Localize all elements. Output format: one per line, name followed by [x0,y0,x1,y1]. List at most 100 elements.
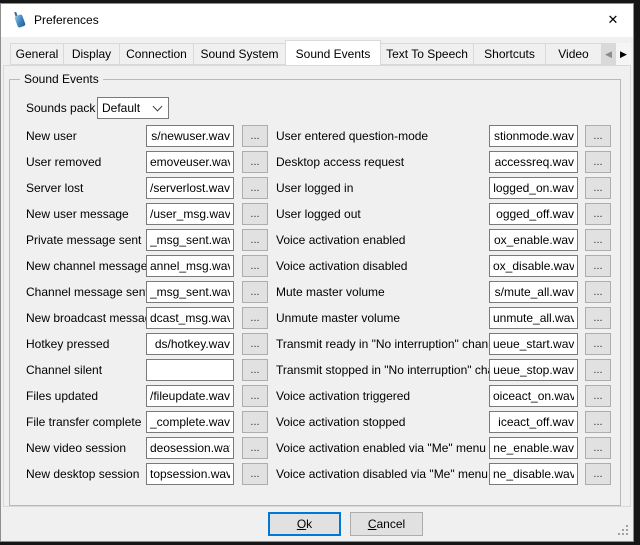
browse-button[interactable]: ... [242,463,268,485]
browse-button[interactable]: ... [585,333,611,355]
browse-button[interactable]: ... [242,385,268,407]
sound-file-input[interactable] [489,203,578,225]
browse-button[interactable]: ... [242,333,268,355]
tab-scroll-left-button[interactable]: ◀ [601,43,616,65]
sound-file-input[interactable] [489,411,578,433]
tab-scroll-buttons: ◀ ▶ [601,43,631,65]
browse-button[interactable]: ... [242,281,268,303]
tab-text-to-speech[interactable]: Text To Speech [380,43,474,65]
browse-button[interactable]: ... [585,281,611,303]
sound-file-input[interactable] [489,177,578,199]
tab-connection[interactable]: Connection [119,43,194,65]
sound-file-input[interactable] [489,437,578,459]
sound-event-row: Transmit stopped in "No interruption" ch… [276,359,616,381]
sound-event-row: User removed... [26,151,270,173]
browse-button[interactable]: ... [242,203,268,225]
sound-file-input[interactable] [146,151,234,173]
sound-event-row: Desktop access request... [276,151,616,173]
sound-file-input[interactable] [146,281,234,303]
sounds-pack-select[interactable]: Default [97,97,169,119]
tab-shortcuts[interactable]: Shortcuts [473,43,546,65]
sound-file-input[interactable] [489,307,578,329]
browse-button[interactable]: ... [585,229,611,251]
sound-file-input[interactable] [489,333,578,355]
sound-file-input[interactable] [489,151,578,173]
browse-button[interactable]: ... [242,359,268,381]
sound-event-row: Voice activation enabled via "Me" menu..… [276,437,616,459]
sound-event-label: New channel message [26,255,147,277]
sound-file-input[interactable] [489,281,578,303]
tab-sound-events[interactable]: Sound Events [285,40,381,65]
browse-button[interactable]: ... [585,385,611,407]
sound-event-label: New broadcast message [26,307,158,329]
sound-event-label: Channel message sent [26,281,149,303]
tab-video[interactable]: Video [545,43,602,65]
browse-button[interactable]: ... [242,177,268,199]
resize-grip[interactable] [618,533,620,535]
ok-button[interactable]: Ok [268,512,341,536]
browse-button[interactable]: ... [585,359,611,381]
titlebar[interactable]: Preferences ✕ [1,4,633,37]
sound-file-input[interactable] [146,255,234,277]
sound-file-input[interactable] [146,411,234,433]
browse-button[interactable]: ... [585,125,611,147]
sound-event-label: Voice activation enabled [276,229,405,251]
sound-event-row: New channel message... [26,255,270,277]
browse-button[interactable]: ... [242,151,268,173]
sound-file-input[interactable] [489,385,578,407]
sound-event-label: New video session [26,437,126,459]
browse-button[interactable]: ... [242,255,268,277]
sound-file-input[interactable] [489,359,578,381]
browse-button[interactable]: ... [242,125,268,147]
sounds-pack-label: Sounds pack [26,97,95,119]
cancel-button[interactable]: Cancel [350,512,423,536]
sound-event-row: Transmit ready in "No interruption" chan… [276,333,616,355]
sound-file-input[interactable] [146,385,234,407]
browse-button[interactable]: ... [585,203,611,225]
sound-event-label: Voice activation disabled via "Me" menu [276,463,488,485]
tab-sound-system[interactable]: Sound System [193,43,286,65]
browse-button[interactable]: ... [242,229,268,251]
browse-button[interactable]: ... [585,255,611,277]
sound-event-label: User entered question-mode [276,125,428,147]
sound-event-row: New user... [26,125,270,147]
sound-file-input[interactable] [146,437,234,459]
sound-event-row: Voice activation triggered... [276,385,616,407]
sound-file-input[interactable] [146,307,234,329]
browse-button[interactable]: ... [585,151,611,173]
sound-file-input[interactable] [489,229,578,251]
browse-button[interactable]: ... [242,437,268,459]
browse-button[interactable]: ... [585,411,611,433]
sound-file-input[interactable] [489,255,578,277]
sound-file-input[interactable] [146,203,234,225]
preferences-window: Preferences ✕ GeneralDisplayConnectionSo… [0,3,634,542]
app-icon-body [14,14,26,28]
sound-file-input[interactable] [146,177,234,199]
browse-button[interactable]: ... [242,411,268,433]
sound-file-input[interactable] [146,229,234,251]
sound-file-input[interactable] [146,125,234,147]
sounds-pack-value: Default [98,101,154,115]
browse-button[interactable]: ... [242,307,268,329]
sound-file-input[interactable] [489,463,578,485]
browse-button[interactable]: ... [585,307,611,329]
sound-event-label: Voice activation enabled via "Me" menu [276,437,486,459]
tab-display[interactable]: Display [63,43,120,65]
browse-button[interactable]: ... [585,177,611,199]
sound-file-input[interactable] [146,463,234,485]
sound-events-left-column: New user...User removed...Server lost...… [26,125,270,489]
sound-event-label: New desktop session [26,463,139,485]
tab-bar: GeneralDisplayConnectionSound SystemSoun… [10,40,606,65]
sound-file-input[interactable] [146,333,234,355]
tab-scroll-right-button[interactable]: ▶ [616,43,631,65]
right-arrow-icon: ▶ [620,49,627,60]
sound-event-row: Channel silent... [26,359,270,381]
sound-file-input[interactable] [146,359,234,381]
browse-button[interactable]: ... [585,463,611,485]
close-button[interactable]: ✕ [597,4,629,36]
sound-event-label: Private message sent [26,229,141,251]
browse-button[interactable]: ... [585,437,611,459]
chevron-down-icon [153,102,163,112]
tab-general[interactable]: General [10,43,64,65]
sound-file-input[interactable] [489,125,578,147]
